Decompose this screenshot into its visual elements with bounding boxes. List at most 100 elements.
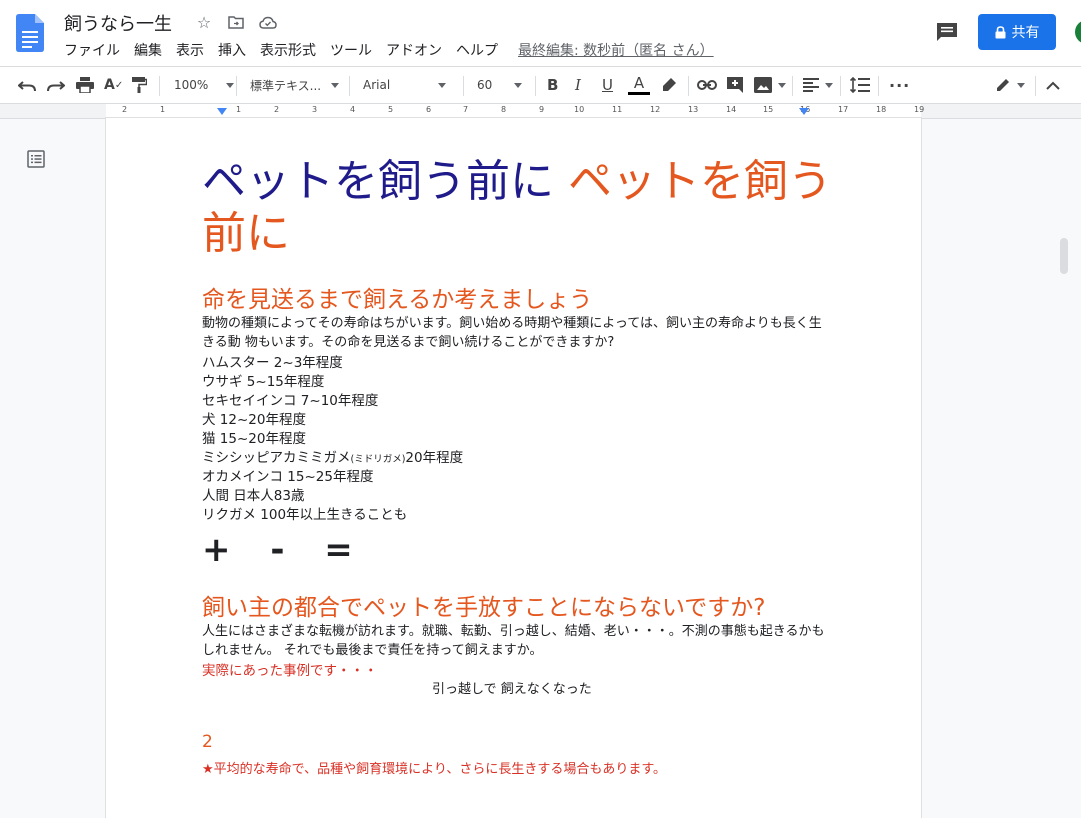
paragraph-lifespan[interactable]: 動物の種類によってその寿命はちがいます。飼い始める時期や種類によっては、飼い主の… [202,314,832,352]
docs-logo-icon[interactable] [16,14,44,52]
menu-bar: ファイル 編集 表示 挿入 表示形式 ツール アドオン ヘルプ 最終編集: 数秒… [64,40,728,60]
ruler-label: 17 [838,105,849,114]
comment-history-icon[interactable] [936,22,958,42]
lifespan-item[interactable]: 人間 日本人83歳 [202,484,304,504]
menu-file[interactable]: ファイル [64,40,127,60]
more-icon[interactable]: ··· [889,67,910,103]
ruler-label: 2 [274,105,280,114]
ruler-label: 3 [312,105,318,114]
star-icon[interactable]: ☆ [194,12,214,32]
title-orange-part-2: 前に [202,208,290,259]
font-select[interactable]: Arial [363,67,447,103]
paint-format-icon[interactable] [131,67,147,103]
lifespan-item[interactable]: ハムスター 2~3年程度 [202,351,343,371]
last-edit-link[interactable]: 最終編集: 数秒前（匿名 さん） [518,40,721,60]
ruler-label: 1 [236,105,242,114]
paragraph-owner-circumstances[interactable]: 人生にはさまざまな転機が訪れます。就職、転勤、引っ越し、結婚、老い・・・。不測の… [202,622,832,660]
left-indent-marker[interactable] [217,108,227,115]
menu-format[interactable]: 表示形式 [260,40,323,60]
menu-help[interactable]: ヘルプ [456,40,505,60]
align-icon[interactable] [803,67,833,103]
lifespan-item[interactable]: ウサギ 5~15年程度 [202,370,324,390]
menu-addons[interactable]: アドオン [386,40,449,60]
ruler-label: 1 [160,105,166,114]
lifespan-item[interactable]: 猫 15~20年程度 [202,427,306,447]
style-value: 標準テキス... [250,78,322,93]
ruler-label: 18 [876,105,887,114]
ruler-label: 12 [650,105,661,114]
document-page[interactable]: ペットを飼う前に ペットを飼う 前に 命を見送るまで飼えるか考えましょう 動物の… [106,118,921,818]
line-spacing-icon[interactable] [850,67,870,103]
move-to-folder-icon[interactable] [226,12,246,32]
menu-view[interactable]: 表示 [176,40,211,60]
footnote-text[interactable]: ★平均的な寿命で、品種や飼育環境により、さらに長生きする場合もあります。 [202,758,666,777]
cases-label[interactable]: 実際にあった事例です・・・ [202,659,378,679]
redo-icon[interactable] [47,67,65,103]
lifespan-item[interactable]: リクガメ 100年以上生きることも [202,503,407,523]
insert-image-icon[interactable] [754,67,786,103]
title-actions: ☆ [194,12,278,32]
ruler-label: 13 [688,105,699,114]
document-outline-icon[interactable] [27,150,45,168]
vertical-scrollbar[interactable] [1060,238,1068,274]
top-bar: 飼うなら一生 ☆ ファイル 編集 表示 挿入 表示形式 ツール アドオン ヘルプ… [0,0,1081,66]
lifespan-item-turtle[interactable]: ミシシッピアカミミガメ(ミドリガメ)20年程度 [202,446,463,466]
highlight-icon[interactable] [661,67,677,103]
text-color-icon[interactable]: A [628,67,650,103]
lifespan-item[interactable]: オカメインコ 15~25年程度 [202,465,373,485]
font-size-value: 60 [477,78,493,92]
editing-mode-icon[interactable] [995,67,1025,103]
turtle-alias: (ミドリガメ) [350,454,406,465]
title-orange-part: ペットを飼う [568,156,832,207]
turtle-name: ミシシッピアカミミガメ [202,450,351,466]
add-comment-icon[interactable] [726,67,744,103]
menu-edit[interactable]: 編集 [134,40,169,60]
lifespan-item[interactable]: セキセイインコ 7~10年程度 [202,389,378,409]
undo-icon[interactable] [18,67,36,103]
zoom-value: 100% [174,78,209,92]
ruler-label: 2 [122,105,128,114]
italic-icon[interactable]: I [575,67,581,103]
menu-tools[interactable]: ツール [330,40,379,60]
turtle-years: 20年程度 [405,450,464,466]
ruler-label: 8 [501,105,507,114]
ruler-label: 11 [612,105,623,114]
ruler-label: 15 [763,105,774,114]
footnote-number[interactable]: 2 [202,732,213,752]
case-item[interactable]: 引っ越しで 飼えなくなった [432,678,592,697]
heading-lifespan[interactable]: 命を見送るまで飼えるか考えましょう [202,280,592,314]
title-navy-part: ペットを飼う前に [202,156,554,207]
formatting-toolbar: A ✓ 100% 標準テキス... Arial 60 B I U A ··· [0,66,1081,104]
cloud-status-icon[interactable] [258,12,278,32]
collapse-menus-icon[interactable] [1046,67,1060,103]
ruler-label: 10 [574,105,585,114]
font-value: Arial [363,78,391,92]
avatar[interactable] [1075,20,1081,44]
bold-icon[interactable]: B [547,67,558,103]
right-indent-marker[interactable] [799,108,809,115]
spellcheck-icon[interactable]: A ✓ [104,67,123,103]
font-size-select[interactable]: 60 [477,67,523,103]
ruler-label: 4 [350,105,356,114]
heading-owner-circumstances[interactable]: 飼い主の都合でペットを手放すことにならないですか? [202,588,766,622]
share-button[interactable]: 共有 [978,14,1056,50]
document-heading-title[interactable]: ペットを飼う前に ペットを飼う 前に [202,156,842,260]
lifespan-item[interactable]: 犬 12~20年程度 [202,408,306,428]
horizontal-ruler[interactable]: 2 1 1 2 3 4 5 6 7 8 9 10 11 12 13 14 15 … [0,104,1081,119]
ruler-label: 19 [914,105,925,114]
share-label: 共有 [1011,25,1040,41]
ruler-label: 7 [463,105,469,114]
lock-icon [995,25,1005,38]
link-icon[interactable] [697,67,717,103]
underline-icon[interactable]: U [602,67,613,103]
document-title[interactable]: 飼うなら一生 [64,10,172,36]
zoom-select[interactable]: 100% [174,67,235,103]
ruler-label: 5 [388,105,394,114]
print-icon[interactable] [76,67,94,103]
ruler-label: 14 [726,105,737,114]
style-select[interactable]: 標準テキス... [250,67,340,103]
ruler-label: 6 [426,105,432,114]
ruler-label: 9 [539,105,545,114]
menu-insert[interactable]: 挿入 [218,40,253,60]
math-symbols[interactable]: + - = [202,530,367,570]
